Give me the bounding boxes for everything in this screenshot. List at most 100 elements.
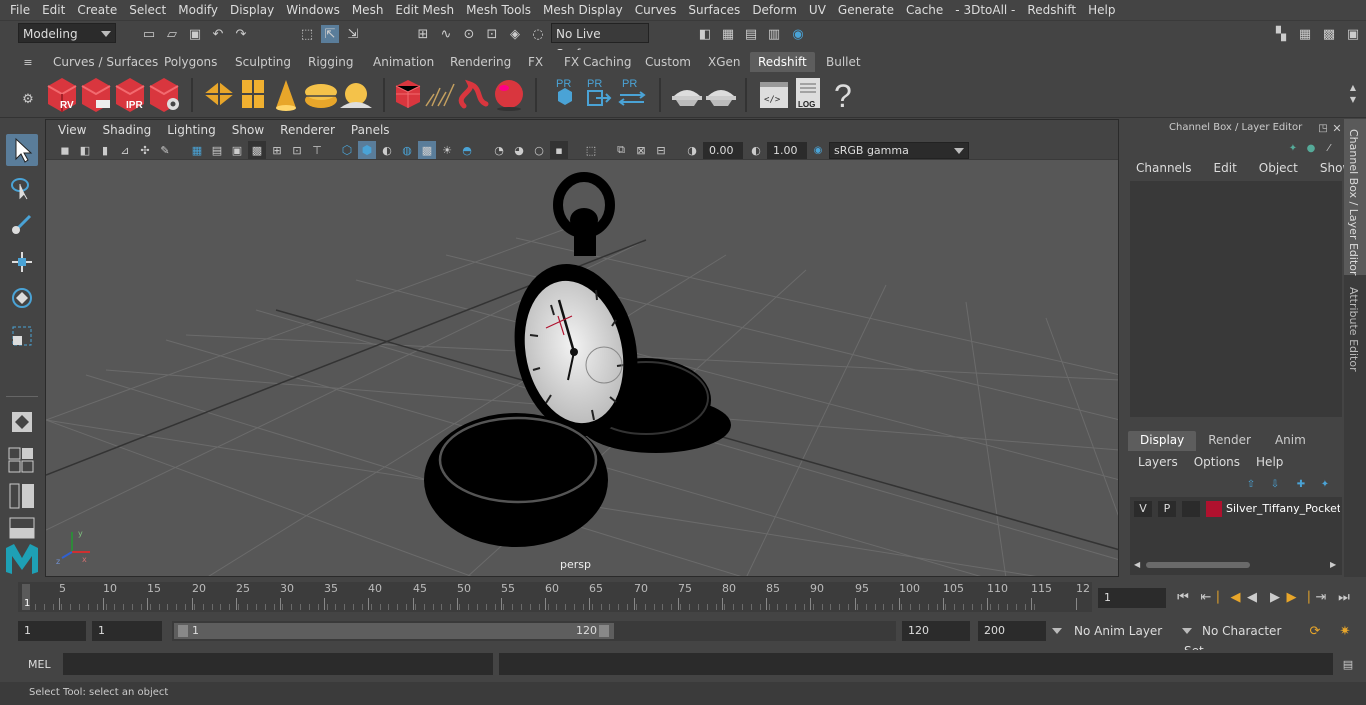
lasso-tool-icon[interactable] <box>6 172 38 204</box>
ipr-render-icon[interactable]: ▤ <box>742 25 760 43</box>
sidebar-toggle-icon[interactable]: ▣ <box>1344 25 1362 43</box>
menu-mesh-tools[interactable]: Mesh Tools <box>460 0 537 20</box>
step-back-frame-icon[interactable]: ⎸◀ <box>1218 588 1241 606</box>
bake-icon[interactable] <box>672 90 702 106</box>
gamma-field[interactable]: 1.00 <box>767 142 807 159</box>
shadows-icon[interactable]: ◓ <box>458 141 476 159</box>
layer-menu-layers[interactable]: Layers <box>1138 455 1194 469</box>
new-layer-icon[interactable]: ✚ <box>1292 475 1310 493</box>
select-object-icon[interactable]: ⇱ <box>321 25 339 43</box>
scene-canvas[interactable]: y x z <box>46 120 1119 577</box>
area-light-icon[interactable] <box>204 82 234 106</box>
range-end-handle[interactable] <box>599 625 609 637</box>
wireframe-icon[interactable]: ⬡ <box>338 141 356 159</box>
save-scene-icon[interactable]: ▣ <box>186 25 204 43</box>
grease-pencil-icon[interactable]: ✎ <box>156 141 174 159</box>
scroll-left-icon[interactable]: ◀ <box>1134 560 1140 569</box>
menu-edit-mesh[interactable]: Edit Mesh <box>389 0 460 20</box>
layer-tab-render[interactable]: Render <box>1196 431 1263 451</box>
workspace-dropdown[interactable]: Modeling <box>18 23 116 43</box>
undo-icon[interactable]: ↶ <box>209 25 227 43</box>
play-backwards-icon[interactable]: ◀ <box>1243 588 1261 606</box>
command-input[interactable] <box>63 653 493 675</box>
viewport-menu-lighting[interactable]: Lighting <box>159 123 224 137</box>
shelf-tab-rendering[interactable]: Rendering <box>450 52 511 72</box>
scale-tool-icon[interactable] <box>6 320 38 352</box>
isolate-select-icon[interactable]: ⬚ <box>582 141 600 159</box>
viewport-menu-shading[interactable]: Shading <box>94 123 159 137</box>
sun-sky-icon[interactable] <box>340 83 372 108</box>
layer-tab-display[interactable]: Display <box>1128 431 1197 451</box>
render-options-icon[interactable] <box>149 78 179 112</box>
xray-icon[interactable]: ⧉ <box>612 141 630 159</box>
camera-attr-icon[interactable]: ◧ <box>76 141 94 159</box>
ambient-occlusion-icon[interactable]: ◔ <box>490 141 508 159</box>
play-forwards-icon[interactable]: ▶ <box>1266 588 1284 606</box>
move-layer-up-icon[interactable]: ⇧ <box>1242 475 1260 493</box>
gamma-icon[interactable]: ◐ <box>747 141 765 159</box>
pr-proxy-export-icon[interactable]: PR <box>556 78 572 105</box>
snap-live-icon[interactable]: ◌ <box>529 25 547 43</box>
channel-menu-channels[interactable]: Channels <box>1136 161 1214 175</box>
side-tab-attribute-editor[interactable]: Attribute Editor <box>1344 279 1366 379</box>
menu-select[interactable]: Select <box>123 0 172 20</box>
antialias-icon[interactable]: ○ <box>530 141 548 159</box>
layer-playback-toggle[interactable]: P <box>1158 501 1176 517</box>
shelf-tab-polygons[interactable]: Polygons <box>164 52 217 72</box>
new-scene-icon[interactable]: ▭ <box>140 25 158 43</box>
viewport-menu-renderer[interactable]: Renderer <box>272 123 343 137</box>
help-icon[interactable]: ? <box>834 78 852 114</box>
pr-proxy-swap-icon[interactable]: PR <box>618 78 646 106</box>
xray-components-icon[interactable]: ⊟ <box>652 141 670 159</box>
last-tool-icon[interactable] <box>6 406 38 438</box>
resolution-gate-icon[interactable]: ▣ <box>228 141 246 159</box>
layer-tab-anim[interactable]: Anim <box>1262 431 1318 451</box>
menu-modify[interactable]: Modify <box>172 0 224 20</box>
portal-light-icon[interactable] <box>242 80 264 108</box>
twod-pan-icon[interactable]: ✣ <box>136 141 154 159</box>
channel-menu-object[interactable]: Object <box>1259 161 1320 175</box>
color-space-dropdown[interactable]: sRGB gamma <box>829 142 969 159</box>
layer-row[interactable]: V P Silver_Tiffany_Pocket_W <box>1132 499 1340 519</box>
shelf-tab-sculpting[interactable]: Sculpting <box>235 52 291 72</box>
snap-curve-icon[interactable]: ∿ <box>437 25 455 43</box>
workspace-icon[interactable]: ▚ <box>1272 25 1290 43</box>
sphere-material-icon[interactable] <box>495 80 523 111</box>
menu-deform[interactable]: Deform <box>746 0 803 20</box>
menu-3dtoall[interactable]: - 3DtoAll - <box>949 0 1021 20</box>
step-forward-frame-icon[interactable]: ▶⎹ <box>1287 588 1310 606</box>
viewport-menu-panels[interactable]: Panels <box>343 123 398 137</box>
gate-mask-icon[interactable]: ▩ <box>248 141 266 159</box>
hair-icon[interactable] <box>425 83 455 107</box>
character-set-dropdown[interactable]: No Character Set <box>1180 621 1302 658</box>
dome-light-icon[interactable] <box>305 84 337 108</box>
film-gate-icon[interactable]: ▤ <box>208 141 226 159</box>
rotate-tool-icon[interactable] <box>6 282 38 314</box>
textured-icon[interactable]: ▩ <box>418 141 436 159</box>
rv-render-icon[interactable]: RV <box>47 78 77 112</box>
layer-menu-help[interactable]: Help <box>1256 455 1299 469</box>
command-mode-label[interactable]: MEL <box>28 658 51 671</box>
viewport-menu-show[interactable]: Show <box>224 123 272 137</box>
menu-display[interactable]: Display <box>224 0 280 20</box>
go-to-end-icon[interactable]: ⏭ <box>1335 588 1353 606</box>
ipr-render-shelf-icon[interactable]: IPR <box>115 78 145 112</box>
safe-action-icon[interactable]: ⊡ <box>288 141 306 159</box>
shelf-scroll-down-icon[interactable]: ▼ <box>1344 90 1362 108</box>
render-history-icon[interactable]: ◧ <box>696 25 714 43</box>
snap-grid-icon[interactable]: ⊞ <box>414 25 432 43</box>
shelf-tab-redshift[interactable]: Redshift <box>750 52 815 72</box>
bake-options-icon[interactable] <box>706 90 736 106</box>
menu-redshift[interactable]: Redshift <box>1021 0 1082 20</box>
depth-of-field-icon[interactable]: ▪ <box>550 141 568 159</box>
move-tool-icon[interactable] <box>6 246 38 278</box>
channel-menu-edit[interactable]: Edit <box>1214 161 1259 175</box>
snap-point-icon[interactable]: ⊙ <box>460 25 478 43</box>
batch-render-icon[interactable] <box>81 78 111 112</box>
scene-end-field[interactable]: 200 <box>978 621 1046 641</box>
redo-icon[interactable]: ↷ <box>232 25 250 43</box>
safe-title-icon[interactable]: ⊤ <box>308 141 326 159</box>
scene-start-field[interactable]: 1 <box>18 621 86 641</box>
layer-display-type[interactable] <box>1182 501 1200 517</box>
render-settings-icon[interactable]: ▥ <box>765 25 783 43</box>
